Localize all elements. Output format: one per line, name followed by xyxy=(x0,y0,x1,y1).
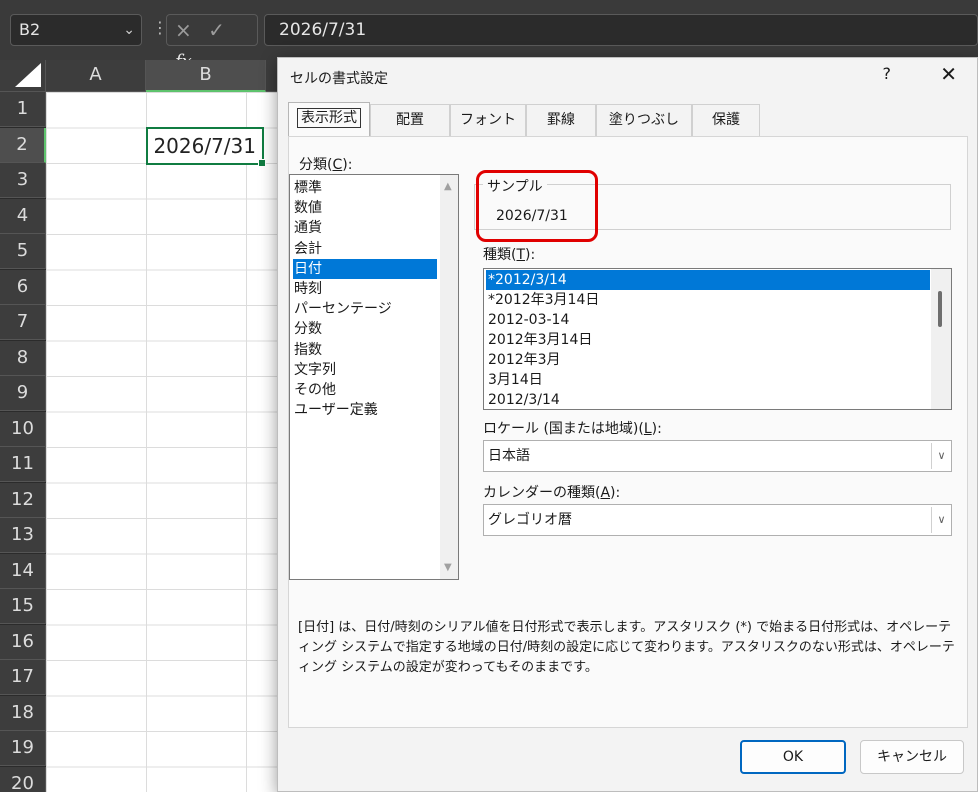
select-all-button[interactable] xyxy=(0,60,46,92)
type-item[interactable]: 3月14日 xyxy=(486,370,930,390)
cancel-icon[interactable]: × xyxy=(175,18,192,42)
row-header-2[interactable]: 2 xyxy=(0,127,46,163)
format-description: [日付] は、日付/時刻のシリアル値を日付形式で表示します。アスタリスク (*)… xyxy=(298,620,955,675)
row-header-1[interactable]: 1 xyxy=(0,92,46,127)
type-item[interactable]: 2012年3月14日 xyxy=(486,330,930,350)
category-item[interactable]: 通貨 xyxy=(293,218,437,238)
type-list[interactable]: *2012/3/14 *2012年3月14日 2012-03-14 2012年3月14… xyxy=(483,268,952,410)
tab-fill[interactable]: 塗りつぶし xyxy=(596,104,692,136)
category-item[interactable]: その他 xyxy=(293,380,437,400)
type-item[interactable]: *2012/3/14 xyxy=(486,270,930,290)
row-header-11[interactable]: 11 xyxy=(0,447,46,482)
formula-input[interactable]: 2026/7/31 xyxy=(264,14,978,46)
type-item[interactable]: *2012年3月14日 xyxy=(486,290,930,310)
row-header-6[interactable]: 6 xyxy=(0,269,46,305)
row-header-16[interactable]: 16 xyxy=(0,624,46,660)
category-item[interactable]: 指数 xyxy=(293,340,437,360)
category-item[interactable]: 会計 xyxy=(293,239,437,259)
calendar-select[interactable]: グレゴリオ暦 ∨ xyxy=(483,504,952,536)
category-item[interactable]: パーセンテージ xyxy=(293,299,437,319)
tab-protection[interactable]: 保護 xyxy=(692,104,760,136)
category-list[interactable]: 標準 数値 通貨 会計 日付 時刻 パーセンテージ 分数 指数 文字列 その他 ユーザー定義 ▲ ▼ xyxy=(289,174,459,580)
ok-button[interactable]: OK xyxy=(740,740,846,774)
column-header-a[interactable]: A xyxy=(46,60,146,92)
cell-b2[interactable]: 2026/7/31 xyxy=(146,127,266,167)
tab-number-label: 表示形式 xyxy=(297,108,361,128)
row-header-18[interactable]: 18 xyxy=(0,695,46,731)
check-icon[interactable]: ✓ xyxy=(208,18,225,42)
scrollbar-thumb[interactable] xyxy=(938,291,942,327)
type-item[interactable]: 2012/3/14 xyxy=(486,390,930,409)
calendar-value: グレゴリオ暦 xyxy=(488,512,572,528)
column-header-b[interactable]: B xyxy=(146,60,266,92)
locale-value: 日本語 xyxy=(488,448,530,464)
category-item[interactable]: 分数 xyxy=(293,319,437,339)
chevron-down-icon[interactable]: ⌄ xyxy=(123,15,135,45)
type-item[interactable]: 2012年3月 xyxy=(486,350,930,370)
chevron-down-icon[interactable]: ∨ xyxy=(931,443,951,469)
row-header-10[interactable]: 10 xyxy=(0,411,46,447)
tab-font[interactable]: フォント xyxy=(450,104,526,136)
name-box[interactable]: B2 ⌄ xyxy=(10,14,142,46)
tab-number[interactable]: 表示形式 xyxy=(288,102,370,136)
row-header-9[interactable]: 9 xyxy=(0,376,46,411)
help-icon[interactable]: ? xyxy=(883,64,892,83)
row-header-14[interactable]: 14 xyxy=(0,553,46,589)
category-item[interactable]: 文字列 xyxy=(293,360,437,380)
row-header-15[interactable]: 15 xyxy=(0,589,46,624)
highlight-annotation xyxy=(476,170,598,242)
type-item[interactable]: 2012-03-14 xyxy=(486,310,930,330)
row-header-4[interactable]: 4 xyxy=(0,198,46,234)
row-header-5[interactable]: 5 xyxy=(0,234,46,269)
row-header-8[interactable]: 8 xyxy=(0,340,46,376)
tab-border[interactable]: 罫線 xyxy=(526,104,596,136)
formula-buttons: × ✓ fx xyxy=(166,14,258,72)
dialog-title: セルの書式設定 xyxy=(290,71,388,87)
row-header-12[interactable]: 12 xyxy=(0,482,46,518)
row-header-17[interactable]: 17 xyxy=(0,660,46,695)
category-scrollbar[interactable]: ▲ ▼ xyxy=(440,175,458,579)
format-cells-dialog: セルの書式設定 ? ✕ 表示形式 配置 フォント 罫線 塗りつぶし 保護 分類(… xyxy=(277,57,978,792)
row-header-20[interactable]: 20 xyxy=(0,766,46,792)
category-item[interactable]: 日付 xyxy=(293,258,437,279)
row-header-7[interactable]: 7 xyxy=(0,305,46,340)
category-item[interactable]: 数値 xyxy=(293,198,437,218)
close-icon[interactable]: ✕ xyxy=(940,62,957,86)
category-item[interactable]: 標準 xyxy=(293,178,437,198)
chevron-down-icon[interactable]: ∨ xyxy=(931,507,951,533)
tab-alignment[interactable]: 配置 xyxy=(370,104,450,136)
row-header-3[interactable]: 3 xyxy=(0,163,46,198)
scroll-up-icon[interactable]: ▲ xyxy=(444,181,452,192)
calendar-label: カレンダーの種類(A): xyxy=(483,485,621,501)
name-box-value: B2 xyxy=(19,20,41,39)
row-header-19[interactable]: 19 xyxy=(0,731,46,766)
type-scrollbar[interactable] xyxy=(931,269,951,409)
scroll-down-icon[interactable]: ▼ xyxy=(444,562,452,573)
row-header-13[interactable]: 13 xyxy=(0,518,46,553)
type-label: 種類(T): xyxy=(483,247,536,263)
category-item[interactable]: 時刻 xyxy=(293,279,437,299)
locale-select[interactable]: 日本語 ∨ xyxy=(483,440,952,472)
category-label: 分類(C): xyxy=(299,157,353,173)
formula-bar: B2 ⌄ ⋮ × ✓ fx 2026/7/31 xyxy=(0,0,978,72)
locale-label: ロケール (国または地域)(L): xyxy=(483,421,662,437)
category-item[interactable]: ユーザー定義 xyxy=(293,400,437,420)
cancel-button[interactable]: キャンセル xyxy=(860,740,964,774)
